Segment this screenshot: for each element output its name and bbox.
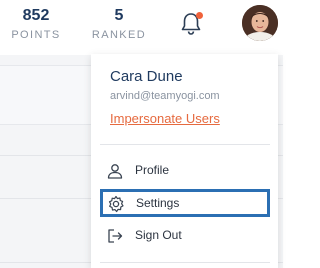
points-label: POINTS [11, 29, 61, 41]
ranked-stat: 5 RANKED [91, 6, 147, 43]
points-value: 852 [22, 7, 50, 24]
menu-divider [100, 262, 270, 263]
avatar[interactable] [242, 5, 278, 41]
menu-item-sign-out[interactable]: Sign Out [100, 222, 270, 250]
sign-out-icon [108, 229, 123, 243]
menu-item-profile[interactable]: Profile [100, 157, 270, 185]
menu-divider [100, 144, 270, 145]
notification-badge [196, 12, 203, 19]
user-dropdown-menu: Cara Dune arvind@teamyogi.com Impersonat… [91, 54, 278, 268]
user-email: arvind@teamyogi.com [110, 90, 220, 102]
ranked-label: RANKED [91, 29, 147, 41]
impersonate-users-link[interactable]: Impersonate Users [110, 111, 220, 126]
points-stat: 852 POINTS [10, 6, 62, 43]
ranked-value: 5 [114, 7, 124, 24]
person-icon [107, 164, 123, 179]
menu-item-label: Profile [135, 163, 170, 177]
gear-icon [108, 195, 124, 213]
menu-item-settings[interactable]: Settings [100, 189, 270, 217]
top-header: 852 POINTS 5 RANKED [0, 0, 283, 55]
user-name: Cara Dune [110, 68, 183, 85]
menu-item-label: Sign Out [135, 228, 182, 242]
menu-item-label: Settings [136, 196, 180, 210]
